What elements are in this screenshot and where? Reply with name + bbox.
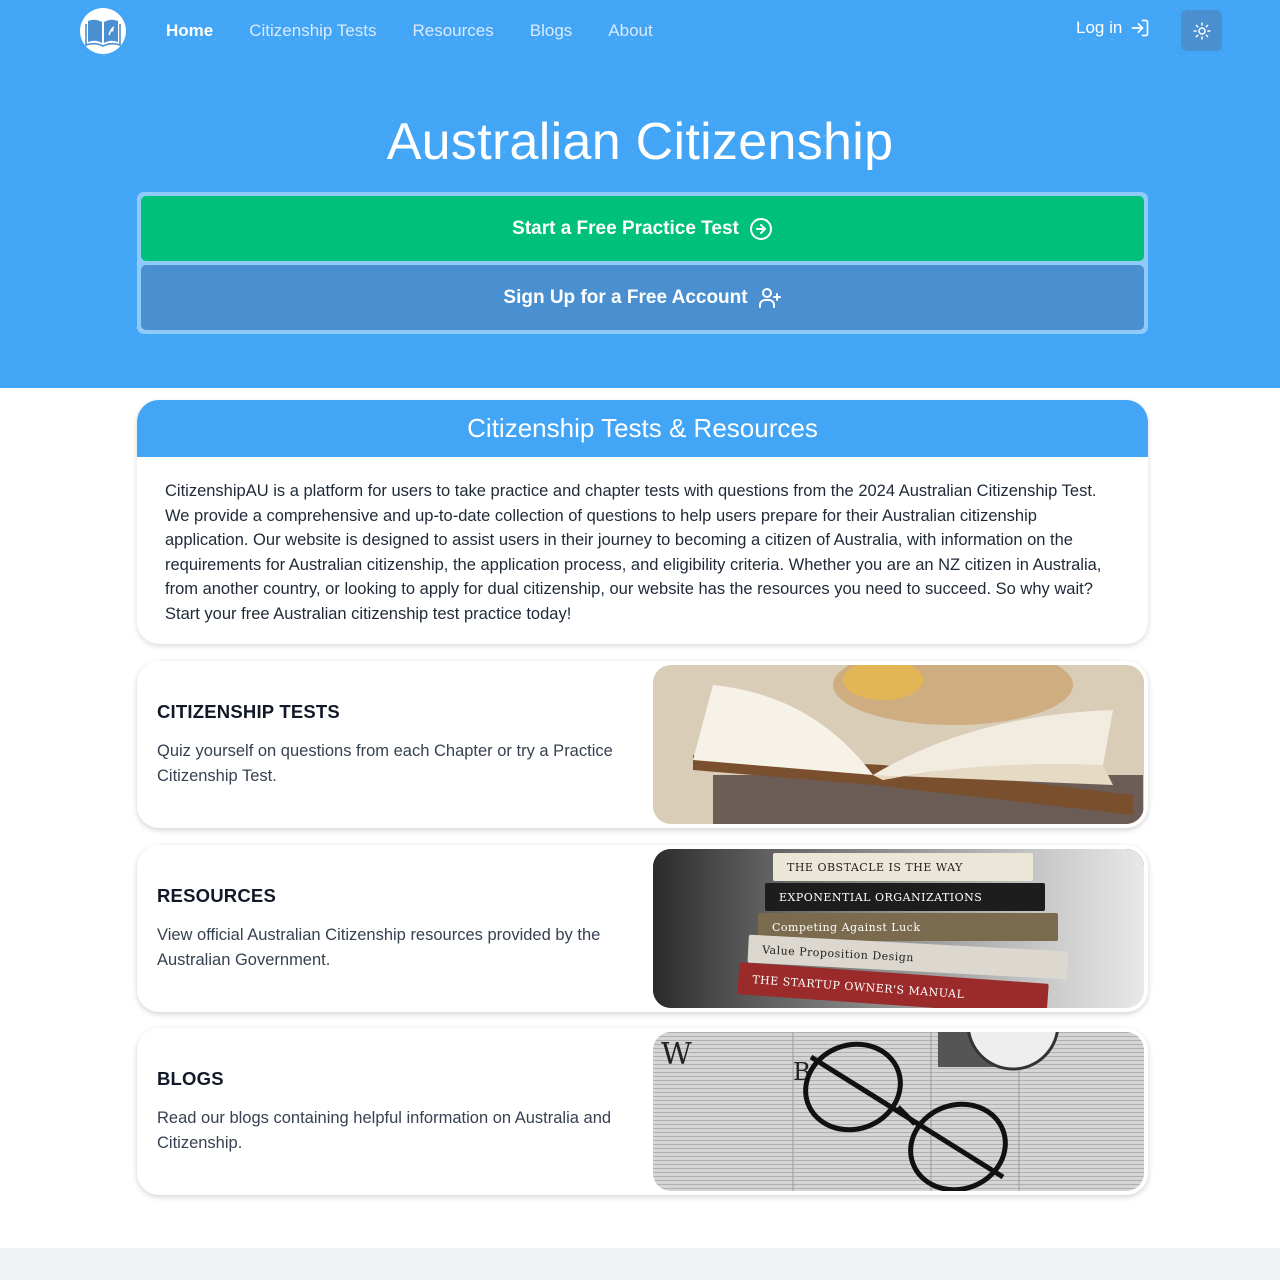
footer-band — [0, 1248, 1280, 1280]
newspaper-glasses-illustration: W B — [653, 1032, 1144, 1191]
nav-link-citizenship-tests[interactable]: Citizenship Tests — [249, 21, 376, 41]
site-logo[interactable] — [80, 8, 126, 54]
feature-title: RESOURCES — [157, 885, 276, 906]
sign-up-button[interactable]: Sign Up for a Free Account — [141, 265, 1144, 330]
theme-toggle-button[interactable] — [1181, 10, 1222, 51]
book-stack-image: THE OBSTACLE IS THE WAY EXPONENTIAL ORGA… — [653, 849, 1144, 1008]
intro-heading: Citizenship Tests & Resources — [137, 400, 1148, 457]
feature-text: CITIZENSHIP TESTS Quiz yourself on quest… — [157, 661, 637, 828]
arrow-right-circle-icon — [749, 217, 772, 240]
user-plus-icon — [758, 287, 781, 308]
feature-description: Read our blogs containing helpful inform… — [157, 1109, 612, 1152]
nav-link-resources[interactable]: Resources — [412, 21, 493, 41]
feature-description: Quiz yourself on questions from each Cha… — [157, 742, 613, 785]
feature-text: RESOURCES View official Australian Citiz… — [157, 845, 637, 1012]
nav-link-home[interactable]: Home — [166, 21, 213, 41]
svg-text:W: W — [661, 1037, 692, 1072]
nav-links: Home Citizenship Tests Resources Blogs A… — [166, 0, 689, 62]
intro-text: CitizenshipAU is a platform for users to… — [165, 482, 1102, 623]
intro-card: Citizenship Tests & Resources Citizenshi… — [137, 400, 1148, 644]
sign-up-label: Sign Up for a Free Account — [503, 286, 748, 308]
nav-link-blogs[interactable]: Blogs — [530, 21, 573, 41]
feature-card-citizenship-tests[interactable]: CITIZENSHIP TESTS Quiz yourself on quest… — [137, 661, 1148, 828]
cta-group: Start a Free Practice Test Sign Up for a… — [137, 192, 1148, 334]
login-icon — [1131, 19, 1149, 37]
nav-link-about[interactable]: About — [608, 21, 652, 41]
feature-title: BLOGS — [157, 1068, 224, 1089]
sun-icon — [1192, 21, 1211, 40]
feature-description: View official Australian Citizenship res… — [157, 926, 601, 969]
book-logo-icon — [85, 19, 121, 47]
book-spine: EXPONENTIAL ORGANIZATIONS — [765, 883, 1045, 911]
feature-text: BLOGS Read our blogs containing helpful … — [157, 1028, 637, 1195]
login-label: Log in — [1076, 18, 1123, 37]
top-navbar: Home Citizenship Tests Resources Blogs A… — [0, 0, 1280, 62]
start-practice-test-label: Start a Free Practice Test — [512, 217, 739, 239]
feature-title: CITIZENSHIP TESTS — [157, 701, 340, 722]
open-book-image — [653, 665, 1144, 824]
page-title: Australian Citizenship — [386, 113, 894, 171]
open-book-illustration — [653, 665, 1144, 824]
hero-section: Home Citizenship Tests Resources Blogs A… — [0, 0, 1280, 388]
start-practice-test-button[interactable]: Start a Free Practice Test — [141, 196, 1144, 261]
login-button[interactable]: Log in — [1076, 18, 1150, 38]
feature-card-blogs[interactable]: BLOGS Read our blogs containing helpful … — [137, 1028, 1148, 1195]
book-spine: THE OBSTACLE IS THE WAY — [773, 853, 1033, 881]
feature-card-resources[interactable]: RESOURCES View official Australian Citiz… — [137, 845, 1148, 1012]
newspaper-image: W B — [653, 1032, 1144, 1191]
